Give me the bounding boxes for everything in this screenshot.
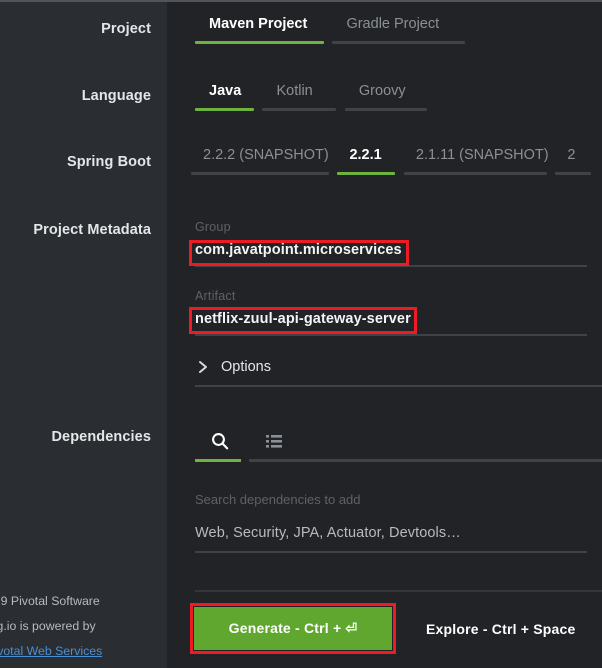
dependency-search-tab[interactable] [195, 422, 245, 462]
dependency-list-tab[interactable] [249, 422, 299, 462]
tab-java[interactable]: Java [195, 83, 258, 111]
tab-java-label: Java [209, 83, 242, 99]
footer-line-powered: pring.io is powered by [0, 619, 96, 633]
search-icon [210, 431, 230, 451]
options-label: Options [221, 359, 271, 375]
tab-maven-project[interactable]: Maven Project [195, 16, 328, 44]
sidebar: Project Language Spring Boot Project Met… [0, 2, 167, 668]
tab-groovy-label: Groovy [358, 83, 406, 99]
pivotal-web-services-link[interactable]: Pivotal Web Services [0, 644, 102, 658]
artifact-field: Artifact netflix-zuul-api-gateway-server [195, 289, 587, 336]
tab-gradle-project[interactable]: Gradle Project [332, 16, 469, 44]
tab-boot-2-2-2-snapshot-label: 2.2.2 (SNAPSHOT) [203, 147, 329, 163]
tab-kotlin-label: Kotlin [276, 83, 313, 99]
tab-kotlin[interactable]: Kotlin [262, 83, 340, 111]
dependency-view-tabs [195, 422, 602, 462]
list-icon [264, 431, 284, 451]
group-field-underline [195, 265, 587, 267]
language-tabs: Java Kotlin Groovy [195, 83, 431, 123]
footer: -2019 Pivotal Software pring.io is power… [0, 589, 171, 664]
tab-groovy[interactable]: Groovy [344, 83, 431, 111]
artifact-field-value[interactable]: netflix-zuul-api-gateway-server [195, 311, 587, 327]
action-bar: Generate - Ctrl + ⏎ Explore - Ctrl + Spa… [194, 607, 576, 650]
artifact-field-label: Artifact [195, 289, 236, 303]
tab-boot-2-2-1-label: 2.2.1 [349, 147, 382, 163]
spring-boot-version-tabs: 2.2.2 (SNAPSHOT) 2.2.1 2.1.11 (SNAPSHOT)… [191, 147, 595, 187]
sidebar-item-language: Language [81, 88, 151, 104]
main-panel: Maven Project Gradle Project Java Kotlin… [167, 2, 602, 668]
dependency-search-label: Search dependencies to add [195, 492, 361, 507]
generate-button[interactable]: Generate - Ctrl + ⏎ [194, 607, 392, 650]
dependency-search-input[interactable]: Web, Security, JPA, Actuator, Devtools… [195, 525, 587, 541]
group-field-value[interactable]: com.javatpoint.microservices [195, 242, 587, 258]
footer-line-copyright: -2019 Pivotal Software [0, 594, 100, 608]
tab-boot-2-1-11-snapshot[interactable]: 2.1.11 (SNAPSHOT) [403, 147, 551, 175]
sidebar-item-project: Project [101, 21, 151, 37]
dependency-tabs-underline [295, 459, 602, 462]
tab-maven-project-label: Maven Project [209, 16, 308, 32]
sidebar-item-dependencies: Dependencies [51, 429, 151, 445]
spring-initializr-window: Project Language Spring Boot Project Met… [0, 0, 602, 668]
sidebar-item-project-metadata: Project Metadata [33, 222, 151, 238]
artifact-field-underline [195, 334, 587, 336]
project-type-tabs: Maven Project Gradle Project [195, 16, 469, 56]
tab-gradle-project-label: Gradle Project [346, 16, 440, 32]
group-field-label: Group [195, 220, 231, 234]
options-divider [195, 385, 602, 387]
tab-boot-2-2-1[interactable]: 2.2.1 [337, 147, 399, 175]
footer-line-link: d Pivotal Web Services [0, 639, 171, 664]
dependency-search-underline [195, 551, 587, 553]
tab-boot-next-clipped-label: 2 [567, 147, 576, 163]
bottom-divider [195, 590, 602, 592]
tab-boot-next-clipped[interactable]: 2 [555, 147, 595, 175]
tab-boot-2-2-2-snapshot[interactable]: 2.2.2 (SNAPSHOT) [191, 147, 333, 175]
chevron-right-icon [195, 359, 211, 375]
options-toggle[interactable]: Options [195, 350, 602, 384]
tab-boot-2-1-11-snapshot-label: 2.1.11 (SNAPSHOT) [415, 147, 549, 163]
sidebar-item-spring-boot: Spring Boot [66, 154, 151, 170]
dependency-search: Search dependencies to add Web, Security… [195, 492, 587, 553]
explore-button[interactable]: Explore - Ctrl + Space [426, 621, 576, 637]
group-field: Group com.javatpoint.microservices [195, 220, 587, 267]
